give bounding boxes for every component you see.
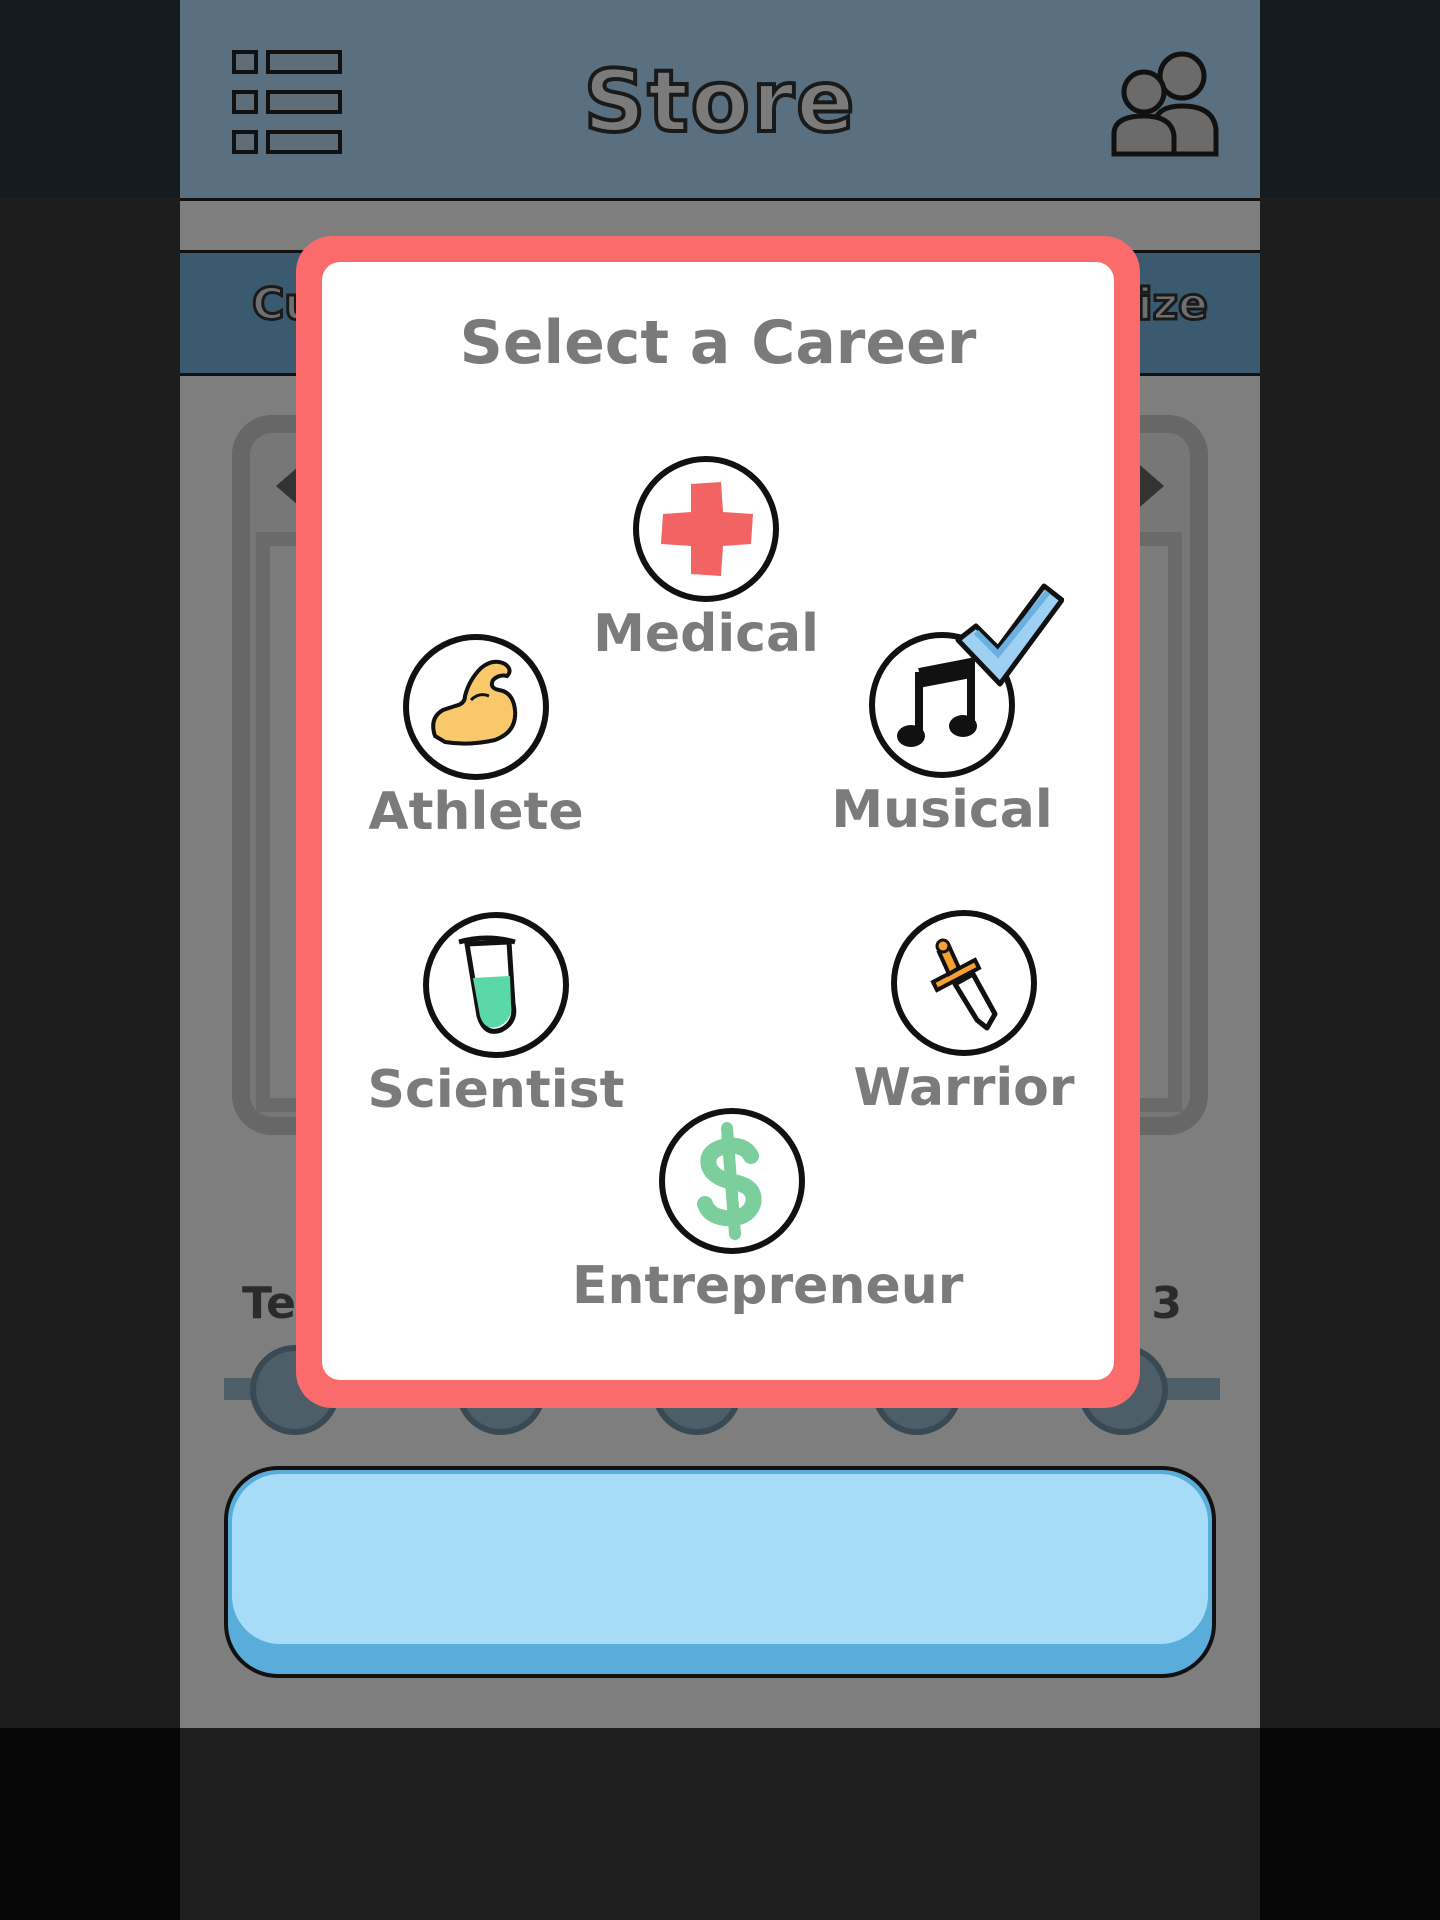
career-athlete[interactable]: Athlete — [316, 634, 636, 842]
career-warrior[interactable]: Warrior — [804, 910, 1124, 1118]
top-bar: Store — [180, 0, 1260, 201]
sword-icon — [891, 910, 1037, 1056]
tab-right[interactable]: ize — [1136, 278, 1210, 332]
career-label: Entrepreneur — [572, 1256, 964, 1316]
dialog-title: Select a Career — [459, 308, 977, 378]
test-tube-icon — [423, 912, 569, 1058]
dollar-sign-icon — [659, 1108, 805, 1254]
career-entrepreneur[interactable]: Entrepreneur — [572, 1108, 964, 1316]
level-label-left: Te — [242, 1278, 297, 1329]
medical-cross-icon — [633, 456, 779, 602]
page-title: Store — [582, 50, 857, 154]
career-label: Athlete — [368, 782, 584, 842]
flexed-bicep-icon — [403, 634, 549, 780]
primary-action-button[interactable] — [224, 1466, 1216, 1678]
selected-check-icon — [955, 583, 1064, 687]
right-letterbox — [1260, 0, 1440, 1920]
left-letterbox — [0, 0, 180, 1920]
career-label: Musical — [831, 780, 1053, 840]
bottom-bar — [180, 1728, 1260, 1920]
friends-icon[interactable] — [1110, 50, 1222, 158]
career-scientist[interactable]: Scientist — [336, 912, 656, 1120]
